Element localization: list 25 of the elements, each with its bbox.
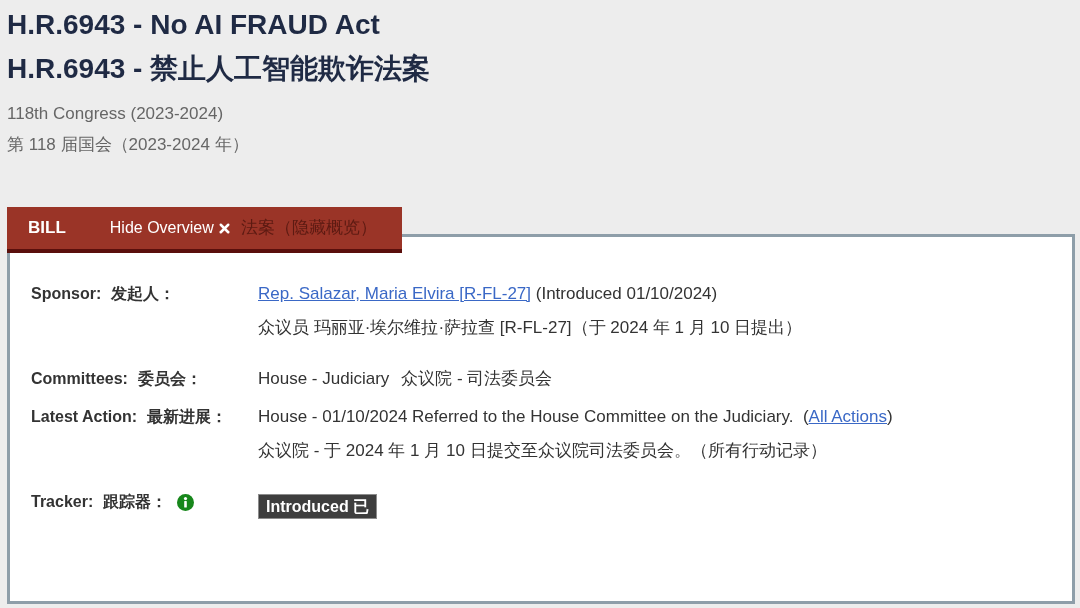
status-badge: Introduced 已 (258, 494, 378, 519)
field-translation: 众议院 - 司法委员会 (401, 368, 553, 390)
field-label-translation: 委员会： (137, 369, 202, 389)
tab-translation: 法案（隐藏概览） (240, 217, 377, 240)
field-label-translation: 最新进展： (147, 407, 228, 427)
field-label-translation: 发起人： (111, 284, 176, 304)
info-icon[interactable] (177, 493, 195, 511)
bill-tab-label: BILL (28, 217, 66, 240)
field-value: Rep. Salazar, Maria Elvira [R-FL-27] (Introduced 01/10/2024) (258, 283, 719, 305)
field-translation: 众议院 - 于 2024 年 1 月 10 日提交至众议院司法委员会。（所有行动记录） (258, 440, 828, 462)
field-label-translation: 跟踪器： (103, 492, 168, 512)
bill-title: H.R.6943 - 禁止人工智能欺诈法案 (7, 52, 431, 86)
bill-title: H.R.6943 - No AI FRAUD Act (7, 8, 380, 42)
field-label: Latest Action: (31, 407, 138, 427)
field-value: House - Judiciary (258, 368, 390, 390)
text-link[interactable]: All Actions (808, 407, 888, 426)
congress-text: 118th Congress (2023-2024) (7, 103, 224, 125)
congress-text: 第 118 届国会（2023-2024 年） (7, 134, 249, 156)
field-translation: 众议员 玛丽亚·埃尔维拉·萨拉查 [R-FL-27]（于 2024 年 1 月 10 日提出） (258, 317, 803, 339)
field-label: Tracker: (31, 492, 94, 512)
field-label: Committees: (31, 369, 128, 389)
text-link[interactable]: Rep. Salazar, Maria Elvira [R-FL-27] (258, 284, 532, 303)
field-label: Sponsor: (31, 284, 102, 304)
hide-overview-button[interactable]: Hide Overview (109, 216, 232, 240)
field-value: House - 01/10/2024 Referred to the House Committee on the Judiciary. (All Actions) (258, 406, 893, 428)
